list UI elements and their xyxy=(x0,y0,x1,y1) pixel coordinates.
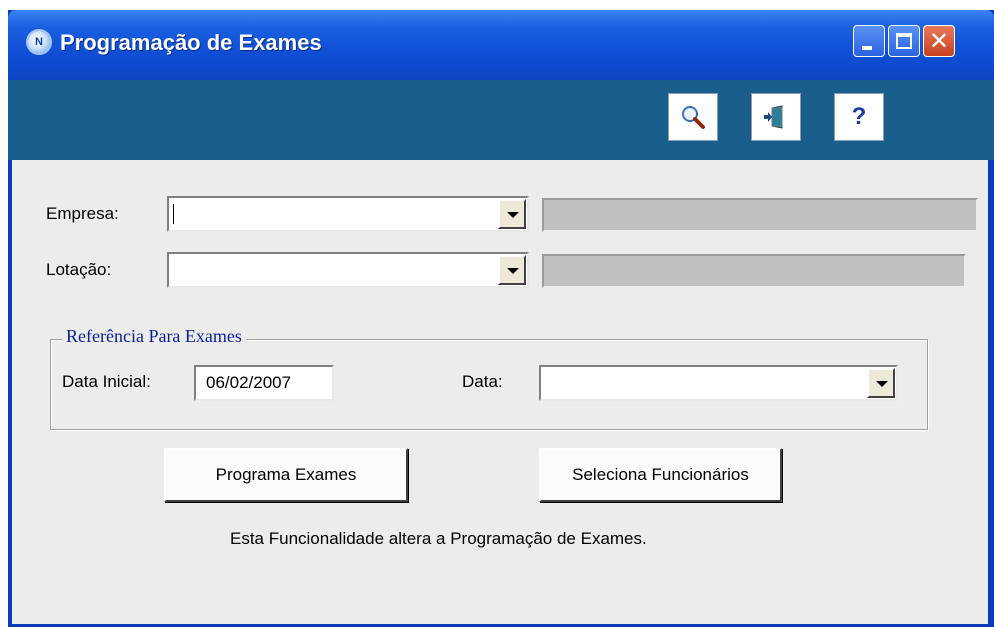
help-icon: ? xyxy=(851,103,867,130)
help-button[interactable]: ? xyxy=(834,93,884,141)
empresa-select[interactable] xyxy=(167,196,529,232)
programa-exames-button[interactable]: Programa Exames xyxy=(164,448,408,502)
maximize-icon xyxy=(896,33,912,49)
lotacao-select[interactable] xyxy=(167,252,529,288)
chevron-down-icon[interactable] xyxy=(498,199,526,229)
data-inicial-input[interactable]: 06/02/2007 xyxy=(194,365,334,401)
exit-button[interactable] xyxy=(751,93,801,141)
exit-door-icon xyxy=(764,105,783,129)
groupbox-legend: Referência Para Exames xyxy=(62,326,246,347)
data-inicial-label: Data Inicial: xyxy=(62,372,151,391)
title-bar[interactable]: N Programação de Exames ✕ xyxy=(8,10,994,80)
chevron-down-icon[interactable] xyxy=(498,255,526,285)
lotacao-label: Lotação: xyxy=(46,260,112,279)
seleciona-funcionarios-button[interactable]: Seleciona Funcionários xyxy=(539,448,782,502)
minimize-icon xyxy=(862,46,872,50)
app-logo-icon: N xyxy=(28,31,50,53)
info-message: Esta Funcionalidade altera a Programação… xyxy=(230,529,647,548)
close-icon: ✕ xyxy=(928,27,950,55)
lotacao-description-field xyxy=(542,254,966,288)
app-window: N Programação de Exames ✕ ? Empresa: Lot… xyxy=(8,10,994,627)
chevron-down-icon[interactable] xyxy=(867,368,895,398)
empresa-label: Empresa: xyxy=(46,204,119,223)
data-label: Data: xyxy=(462,372,503,391)
close-button[interactable]: ✕ xyxy=(923,25,955,57)
minimize-button[interactable] xyxy=(853,25,885,57)
maximize-button[interactable] xyxy=(888,25,920,57)
form-panel: Empresa: Lotação: Referência Para Exames… xyxy=(12,160,988,624)
toolbar: ? xyxy=(8,80,994,160)
window-title: Programação de Exames xyxy=(60,30,322,55)
data-select[interactable] xyxy=(539,365,898,401)
magnifier-icon xyxy=(682,106,705,129)
empresa-description-field xyxy=(542,198,978,232)
text-caret xyxy=(173,204,174,224)
search-button[interactable] xyxy=(668,93,718,141)
